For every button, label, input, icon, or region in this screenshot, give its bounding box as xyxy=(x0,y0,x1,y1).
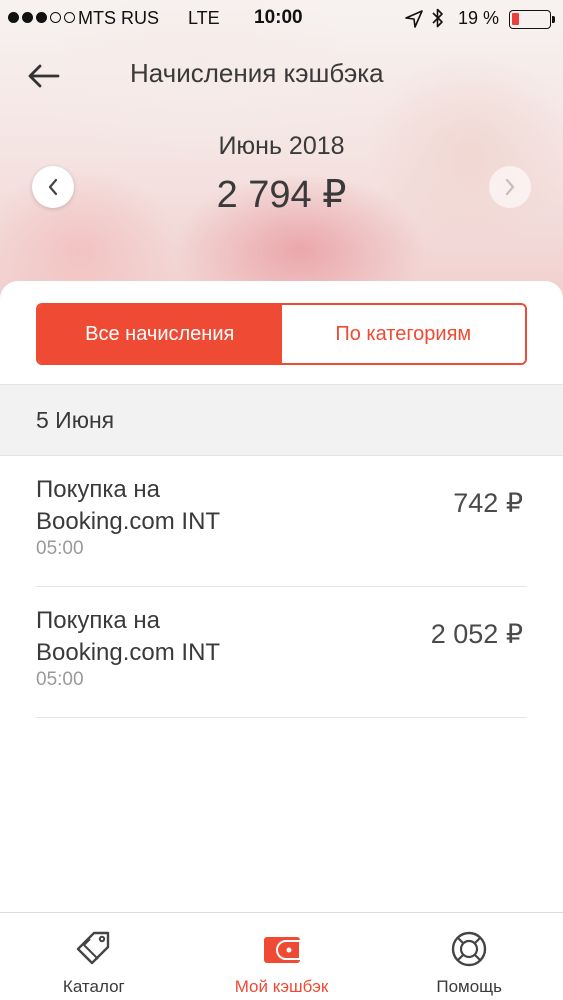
page-title: Начисления кэшбэка xyxy=(130,58,384,88)
transaction-title: Покупка на Booking.com INT xyxy=(36,607,221,666)
status-time: 10:00 xyxy=(254,7,303,28)
transaction-time: 05:00 xyxy=(36,669,84,690)
bottom-tab-bar: Каталог Мой кэшбэк Помощь xyxy=(0,912,563,1000)
status-bar: MTS RUS LTE 10:00 19 % xyxy=(0,0,563,40)
carrier-name: MTS RUS xyxy=(78,8,159,28)
chevron-left-icon xyxy=(48,178,58,196)
transaction-title: Покупка на Booking.com INT xyxy=(36,476,221,535)
period-label: Июнь 2018 xyxy=(218,132,345,160)
segment-all-accruals[interactable]: Все начисления xyxy=(38,305,282,363)
chevron-right-icon xyxy=(505,178,515,196)
tab-my-cashback[interactable]: Мой кэшбэк xyxy=(188,913,376,1000)
tab-catalog-label: Каталог xyxy=(62,977,125,996)
network-type: LTE xyxy=(188,8,220,28)
date-group-header: 5 Июня xyxy=(0,384,563,456)
tab-my-cashback-label: Мой кэшбэк xyxy=(234,977,329,996)
transaction-time: 05:00 xyxy=(36,538,84,559)
price-tag-icon xyxy=(76,931,110,965)
location-arrow-icon xyxy=(405,10,423,28)
content-sheet: Все начисления По категориям 5 Июня Поку… xyxy=(0,281,563,1000)
period-total-amount: 2 794 ₽ xyxy=(216,174,347,216)
signal-strength-icon xyxy=(8,12,75,23)
battery-level xyxy=(512,13,519,25)
transaction-row[interactable]: Покупка на Booking.com INT 05:00 742 ₽ xyxy=(36,456,527,587)
tab-help[interactable]: Помощь xyxy=(375,913,563,1000)
view-segmented-control: Все начисления По категориям xyxy=(36,303,527,365)
previous-month-button[interactable] xyxy=(32,166,74,208)
arrow-left-icon xyxy=(28,64,60,88)
lifebuoy-icon xyxy=(451,931,487,967)
bluetooth-icon xyxy=(432,8,443,28)
wallet-icon xyxy=(263,937,301,963)
back-button[interactable] xyxy=(24,58,64,94)
battery-percent: 19 % xyxy=(458,8,500,28)
transaction-amount: 742 ₽ xyxy=(453,488,523,518)
date-group-label: 5 Июня xyxy=(36,406,115,433)
tab-help-label: Помощь xyxy=(436,977,503,996)
transaction-row[interactable]: Покупка на Booking.com INT 05:00 2 052 ₽ xyxy=(36,587,527,718)
transaction-amount: 2 052 ₽ xyxy=(430,619,523,649)
segment-by-categories[interactable]: По категориям xyxy=(281,305,525,363)
battery-icon xyxy=(509,10,555,29)
next-month-button[interactable] xyxy=(489,166,531,208)
tab-catalog[interactable]: Каталог xyxy=(0,913,188,1000)
